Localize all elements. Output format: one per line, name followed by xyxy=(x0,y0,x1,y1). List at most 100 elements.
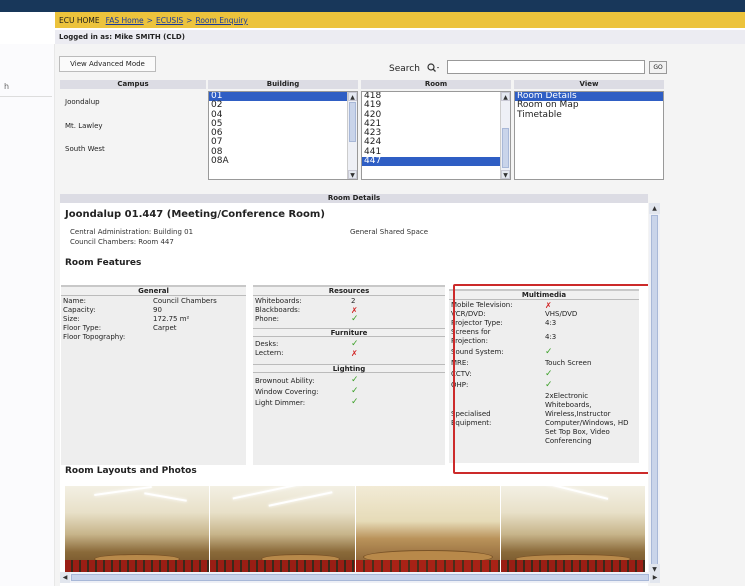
scroll-thumb[interactable] xyxy=(71,574,649,581)
search-icon[interactable] xyxy=(427,63,441,76)
room-option[interactable]: 421 xyxy=(362,119,510,129)
feature-label: Floor Type: xyxy=(63,324,102,332)
details-horizontal-scrollbar[interactable]: ◀ ▶ xyxy=(60,572,660,583)
building-listbox[interactable]: 01 02 04 05 06 07 08 08A ▲ ▼ xyxy=(208,91,358,180)
view-advanced-mode-button[interactable]: View Advanced Mode xyxy=(59,56,156,72)
room-option[interactable]: 418 xyxy=(362,92,510,101)
feature-label: Capacity: xyxy=(63,306,96,314)
scroll-thumb[interactable] xyxy=(651,215,658,565)
campus-header: Campus xyxy=(60,80,206,89)
feature-label: Lectern: xyxy=(255,349,284,357)
building-header: Building xyxy=(208,80,358,89)
check-icon: ✓ xyxy=(351,314,359,324)
room-option[interactable]: 447 xyxy=(362,156,510,167)
room-features-heading: Room Features xyxy=(65,258,142,268)
scroll-up-icon[interactable]: ▲ xyxy=(348,92,357,101)
room-photo[interactable] xyxy=(210,486,355,574)
search-input[interactable] xyxy=(447,60,645,74)
feature-value: Carpet xyxy=(153,324,177,332)
feature-label: Light Dimmer: xyxy=(255,399,306,407)
scroll-thumb[interactable] xyxy=(349,102,356,142)
feature-label: Window Covering: xyxy=(255,388,319,396)
room-photo[interactable] xyxy=(355,486,500,574)
feature-value: 172.75 m² xyxy=(153,315,190,323)
room-header: Room xyxy=(361,80,511,89)
general-section: General Name: Council Chambers Capacity: 9… xyxy=(61,285,246,465)
main-content: View Advanced Mode Search GO Campus Buil… xyxy=(55,44,745,586)
building-option[interactable]: 05 xyxy=(209,119,357,129)
room-layouts-heading: Room Layouts and Photos xyxy=(65,466,197,476)
building-option[interactable]: 08 xyxy=(209,147,357,157)
feature-label: Whiteboards: xyxy=(255,297,302,305)
breadcrumb-ecusis[interactable]: ECUSIS xyxy=(156,16,183,25)
building-option[interactable]: 07 xyxy=(209,138,357,148)
building-scrollbar[interactable]: ▲ ▼ xyxy=(347,92,357,179)
feature-value: 90 xyxy=(153,306,162,314)
room-option[interactable]: 423 xyxy=(362,128,510,138)
feature-value: Council Chambers xyxy=(153,297,217,305)
resources-section: Resources Whiteboards: 2 Blackboards: ✗ Ph… xyxy=(253,285,445,465)
scroll-left-icon[interactable]: ◀ xyxy=(60,572,70,583)
view-header: View xyxy=(514,80,664,89)
feature-label: Blackboards: xyxy=(255,306,301,314)
login-status: Logged in as: Mike SMITH (CLD) xyxy=(55,30,745,44)
feature-label: Brownout Ability: xyxy=(255,377,315,385)
room-photo[interactable] xyxy=(65,486,210,574)
room-option[interactable]: 441 xyxy=(362,147,510,157)
room-option[interactable]: 419 xyxy=(362,100,510,110)
room-listbox[interactable]: 418 419 420 421 423 424 441 447 ▲ ▼ xyxy=(361,91,511,180)
breadcrumb-fas-home[interactable]: FAS Home xyxy=(106,16,144,25)
view-listbox[interactable]: Room Details Room on Map Timetable xyxy=(514,91,664,180)
go-button[interactable]: GO xyxy=(649,61,667,74)
breadcrumb: ECU HOME FAS Home > ECUSIS > Room Enquir… xyxy=(55,12,745,28)
building-option[interactable]: 06 xyxy=(209,128,357,138)
feature-label: Phone: xyxy=(255,315,280,323)
building-option[interactable]: 04 xyxy=(209,110,357,120)
building-info: Central Administration: Building 01 xyxy=(70,228,194,236)
feature-value: 2 xyxy=(351,297,356,305)
room-photos xyxy=(65,486,645,574)
room-details-panel: Joondalup 01.447 (Meeting/Conference Roo… xyxy=(60,203,648,586)
breadcrumb-room-enquiry[interactable]: Room Enquiry xyxy=(195,16,247,25)
breadcrumb-separator: > xyxy=(146,15,153,25)
room-scrollbar[interactable]: ▲ ▼ xyxy=(500,92,510,179)
breadcrumb-home[interactable]: ECU HOME xyxy=(59,16,100,25)
building-option[interactable]: 02 xyxy=(209,100,357,110)
top-banner xyxy=(0,0,745,12)
search-label: Search xyxy=(389,64,420,74)
space-type: General Shared Space xyxy=(350,228,429,236)
feature-label: Desks: xyxy=(255,340,279,348)
room-details-header: Room Details xyxy=(60,194,648,203)
details-vertical-scrollbar[interactable]: ▲ ▼ xyxy=(649,203,660,575)
general-heading: General xyxy=(61,287,246,296)
scroll-up-icon[interactable]: ▲ xyxy=(501,92,510,101)
view-option[interactable]: Timetable xyxy=(515,110,663,120)
room-option[interactable]: 424 xyxy=(362,138,510,148)
scroll-down-icon[interactable]: ▼ xyxy=(501,170,510,179)
lighting-heading: Lighting xyxy=(253,364,445,373)
campus-option[interactable]: Joondalup xyxy=(60,98,206,106)
feature-label: Size: xyxy=(63,315,80,323)
feature-label: Floor Topography: xyxy=(63,333,126,341)
left-panel-text: h xyxy=(4,82,10,91)
scroll-up-icon[interactable]: ▲ xyxy=(649,203,660,214)
resources-heading: Resources xyxy=(253,287,445,296)
scroll-down-icon[interactable]: ▼ xyxy=(348,170,357,179)
left-panel: h xyxy=(0,44,55,586)
highlight-box xyxy=(453,284,648,474)
campus-option[interactable]: South West xyxy=(60,145,206,153)
check-icon: ✓ xyxy=(351,339,359,349)
building-option[interactable]: 01 xyxy=(209,92,357,102)
furniture-heading: Furniture xyxy=(253,328,445,337)
building-option[interactable]: 08A xyxy=(209,156,357,166)
feature-label: Name: xyxy=(63,297,87,305)
breadcrumb-separator: > xyxy=(186,15,193,25)
campus-option[interactable]: Mt. Lawley xyxy=(60,122,206,130)
room-option[interactable]: 420 xyxy=(362,110,510,120)
check-icon: ✓ xyxy=(351,397,359,407)
room-info: Council Chambers: Room 447 xyxy=(70,238,174,246)
scroll-thumb[interactable] xyxy=(502,128,509,168)
cross-icon: ✗ xyxy=(351,349,358,358)
room-photo[interactable] xyxy=(500,486,645,574)
scroll-right-icon[interactable]: ▶ xyxy=(650,572,660,583)
